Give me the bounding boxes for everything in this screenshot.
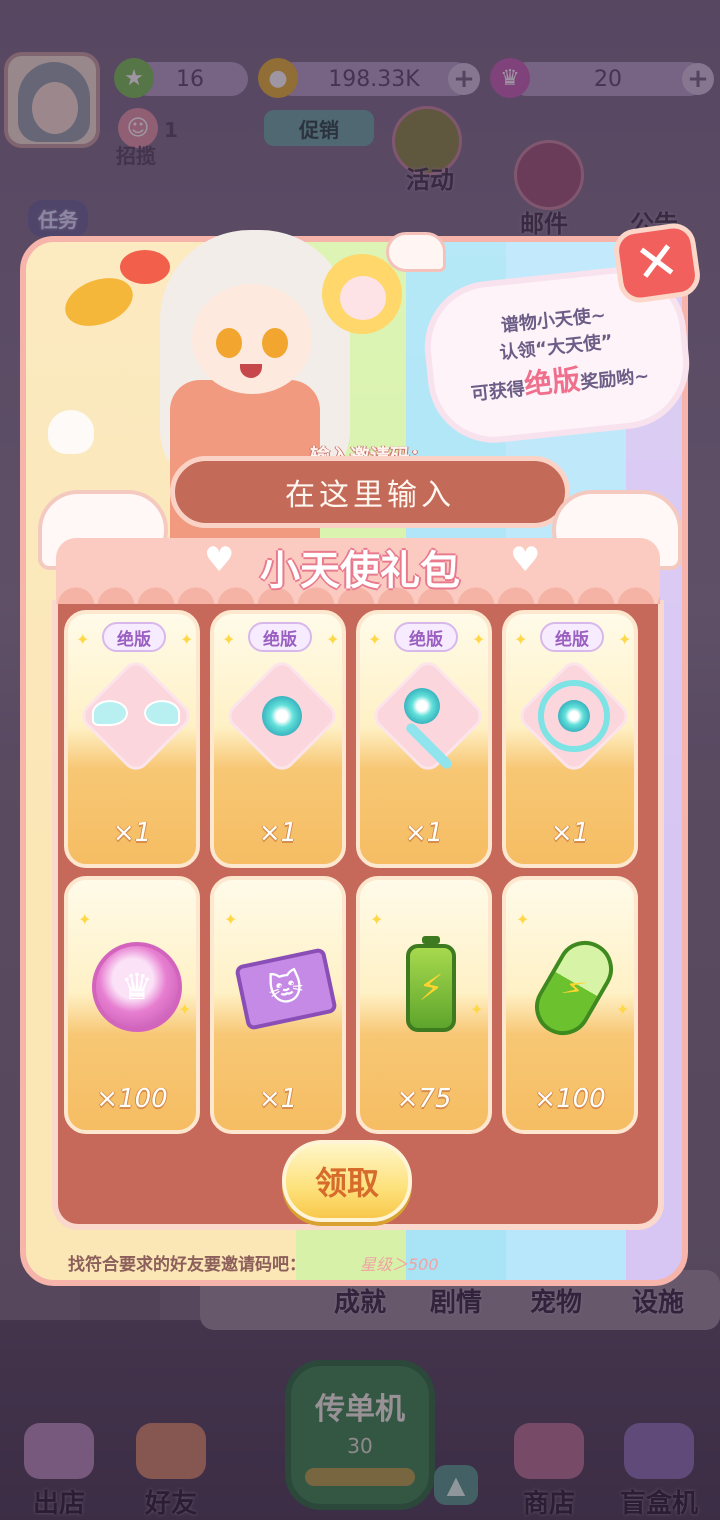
reward-card[interactable]: ✦ ✦ ♛ ×100 <box>64 876 200 1134</box>
invite-code-input[interactable]: 在这里输入 <box>170 456 570 528</box>
reward-quantity: ×1 <box>258 1084 298 1114</box>
close-button[interactable]: ✕ <box>611 220 703 306</box>
limited-tag: 绝版 <box>540 622 604 652</box>
gift-pack-title: 小天使礼包 <box>260 548 460 594</box>
reward-quantity: ×1 <box>550 818 590 848</box>
close-icon: ✕ <box>631 230 683 296</box>
invite-hint-text: 找符合要求的好友要邀请码吧： <box>68 1255 306 1275</box>
star-requirement-text: 星级＞500 <box>360 1255 439 1274</box>
claim-button[interactable]: 领取 <box>282 1140 412 1222</box>
little-angel-icon <box>322 254 402 334</box>
claim-label: 领取 <box>314 1164 379 1202</box>
angel-wings-icon <box>76 656 196 776</box>
reward-card[interactable]: 绝版 ✦ ✦ ×1 <box>356 610 492 868</box>
energy-capsule-icon: ⚡ <box>524 930 624 1046</box>
ghost-charm-icon <box>48 410 94 454</box>
battery-icon: ⚡ <box>378 936 478 1036</box>
bubble-line-3: 可获得绝版奖励哟~ <box>469 352 652 412</box>
limited-tag: 绝版 <box>102 622 166 652</box>
girl-face <box>192 284 312 394</box>
reward-card[interactable]: 绝版 ✦ ✦ ×1 <box>210 610 346 868</box>
reward-quantity: ×1 <box>258 818 298 848</box>
reward-card[interactable]: ✦ ✦ ⚡ ×100 <box>502 876 638 1134</box>
reward-quantity: ×75 <box>396 1084 452 1114</box>
limited-tag: 绝版 <box>248 622 312 652</box>
bubble-highlight: 绝版 <box>522 362 582 402</box>
reward-card[interactable]: ✦✦ 🐱 ×1 <box>210 876 346 1134</box>
magic-ring-icon <box>514 656 634 776</box>
bubble-line-3b: 奖励哟~ <box>579 365 651 394</box>
reward-quantity: ×1 <box>112 818 152 848</box>
girl-hair-ribbon <box>120 250 170 284</box>
girl-mouth <box>240 364 262 378</box>
cat-ticket-icon: 🐱 <box>232 936 338 1036</box>
reward-quantity: ×1 <box>404 818 444 848</box>
reward-quantity: ×100 <box>534 1084 606 1114</box>
limited-tag: 绝版 <box>394 622 458 652</box>
reward-quantity: ×100 <box>96 1084 168 1114</box>
little-angel-face <box>340 276 386 320</box>
star-wand-icon <box>368 656 488 776</box>
bubble-line-3a: 可获得 <box>470 378 526 406</box>
invite-code-placeholder: 在这里输入 <box>285 478 455 513</box>
crown-coin-icon: ♛ <box>86 936 186 1036</box>
girl-left-eye <box>216 328 242 358</box>
reward-card[interactable]: 绝版 ✦ ✦ ×1 <box>502 610 638 868</box>
reward-card[interactable]: ✦ ✦ ⚡ ×75 <box>356 876 492 1134</box>
reward-card[interactable]: 绝版 ✦ ✦ ×1 <box>64 610 200 868</box>
angel-wing-icon <box>386 232 446 272</box>
girl-right-eye <box>262 328 288 358</box>
halo-orb-icon <box>222 656 342 776</box>
